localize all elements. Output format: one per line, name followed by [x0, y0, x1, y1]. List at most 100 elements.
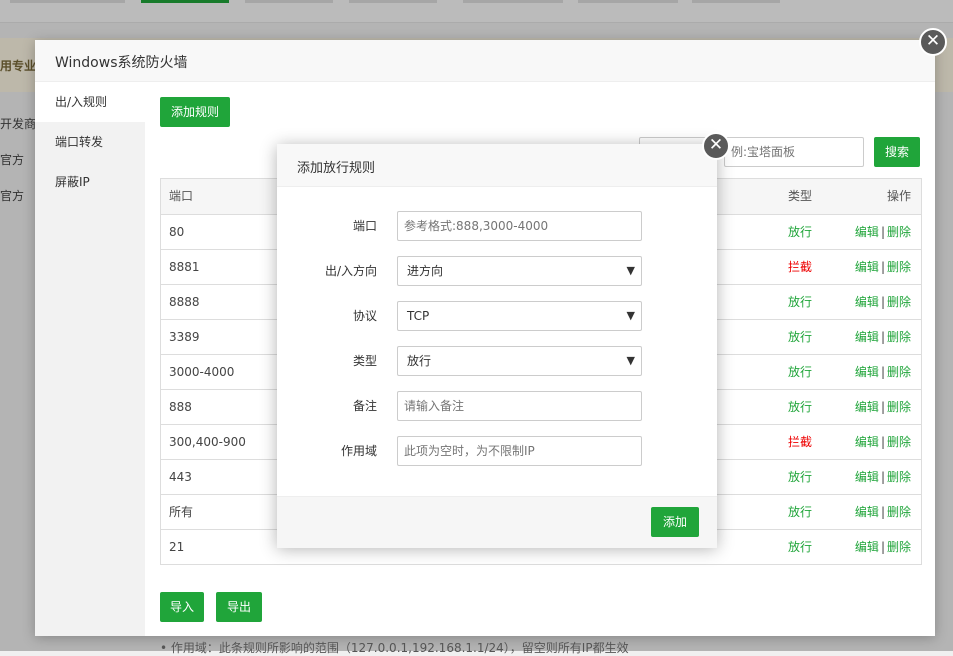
- protocol-select-value: TCP: [407, 309, 430, 323]
- search-button[interactable]: 搜索: [874, 137, 920, 167]
- edit-link[interactable]: 编辑: [855, 295, 879, 309]
- row-port: 8888: [169, 295, 200, 309]
- direction-select[interactable]: 进方向 ▼: [397, 256, 642, 286]
- sidebar-item-port-forward[interactable]: 端口转发: [35, 122, 145, 162]
- edit-link[interactable]: 编辑: [855, 470, 879, 484]
- add-rule-button[interactable]: 添加规则: [160, 97, 230, 127]
- chevron-down-icon: ▼: [626, 264, 635, 277]
- action-separator: |: [880, 295, 885, 309]
- export-button[interactable]: 导出: [216, 592, 262, 622]
- row-type: 放行: [788, 540, 813, 554]
- edit-link[interactable]: 编辑: [855, 260, 879, 274]
- sidebar-item-label: 出/入规则: [55, 95, 108, 109]
- action-separator: |: [880, 365, 885, 379]
- delete-link[interactable]: 删除: [887, 470, 911, 484]
- header-type: 类型: [788, 189, 813, 203]
- dialog-header: 添加放行规则: [277, 144, 717, 187]
- dialog-title: 添加放行规则: [297, 161, 376, 176]
- row-port: 3000-4000: [169, 365, 235, 379]
- scope-input[interactable]: [397, 436, 642, 466]
- row-type: 放行: [788, 330, 813, 344]
- delete-link[interactable]: 删除: [887, 295, 911, 309]
- row-actions: 编辑 | 删除: [851, 215, 911, 249]
- delete-link[interactable]: 删除: [887, 260, 911, 274]
- row-actions: 编辑 | 删除: [851, 425, 911, 459]
- row-type: 放行: [788, 295, 813, 309]
- edit-link[interactable]: 编辑: [855, 540, 879, 554]
- add-rule-dialog: 添加放行规则 端口 出/入方向 进方向 ▼ 协议 TCP ▼ 类型 放行 ▼ 备…: [277, 144, 717, 548]
- action-separator: |: [880, 470, 885, 484]
- remark-input[interactable]: [397, 391, 642, 421]
- row-type: 拦截: [788, 435, 813, 449]
- edit-link[interactable]: 编辑: [855, 400, 879, 414]
- row-actions: 编辑 | 删除: [851, 460, 911, 494]
- action-separator: |: [880, 435, 885, 449]
- row-actions: 编辑 | 删除: [851, 320, 911, 354]
- sidebar-item-block-ip[interactable]: 屏蔽IP: [35, 162, 145, 202]
- row-port: 21: [169, 540, 185, 554]
- action-separator: |: [880, 400, 885, 414]
- edit-link[interactable]: 编辑: [855, 365, 879, 379]
- sidebar: 出/入规则 端口转发 屏蔽IP: [35, 82, 145, 636]
- dialog-close-button[interactable]: ✕: [702, 132, 730, 160]
- type-select-value: 放行: [407, 354, 432, 368]
- form-row-direction: 出/入方向 进方向 ▼: [277, 256, 717, 286]
- close-icon: ✕: [925, 31, 941, 51]
- delete-link[interactable]: 删除: [887, 365, 911, 379]
- action-separator: |: [880, 540, 885, 554]
- delete-link[interactable]: 删除: [887, 400, 911, 414]
- protocol-select[interactable]: TCP ▼: [397, 301, 642, 331]
- delete-link[interactable]: 删除: [887, 505, 911, 519]
- row-port: 8881: [169, 260, 200, 274]
- row-type: 放行: [788, 225, 813, 239]
- type-label: 类型: [352, 354, 377, 368]
- protocol-label: 协议: [352, 309, 377, 323]
- sidebar-item-rules[interactable]: 出/入规则: [35, 82, 145, 122]
- scope-label: 作用域: [340, 444, 377, 458]
- submit-add-button[interactable]: 添加: [651, 507, 699, 537]
- form-row-port: 端口: [277, 211, 717, 241]
- row-port: 443: [169, 470, 192, 484]
- edit-link[interactable]: 编辑: [855, 330, 879, 344]
- row-type: 放行: [788, 365, 813, 379]
- delete-link[interactable]: 删除: [887, 540, 911, 554]
- row-type: 拦截: [788, 260, 813, 274]
- close-icon: ✕: [708, 135, 724, 155]
- header-actions: 操作: [886, 189, 911, 203]
- type-select[interactable]: 放行 ▼: [397, 346, 642, 376]
- window-header: Windows系统防火墙: [35, 40, 935, 82]
- action-separator: |: [880, 505, 885, 519]
- delete-link[interactable]: 删除: [887, 435, 911, 449]
- row-port: 80: [169, 225, 185, 239]
- action-separator: |: [880, 225, 885, 239]
- search-input[interactable]: [724, 137, 864, 167]
- import-button[interactable]: 导入: [160, 592, 204, 622]
- direction-select-value: 进方向: [407, 264, 444, 278]
- form-row-scope: 作用域: [277, 436, 717, 466]
- edit-link[interactable]: 编辑: [855, 225, 879, 239]
- delete-link[interactable]: 删除: [887, 330, 911, 344]
- chevron-down-icon: ▼: [626, 309, 635, 322]
- header-port: 端口: [169, 189, 194, 203]
- row-type: 放行: [788, 400, 813, 414]
- row-actions: 编辑 | 删除: [851, 285, 911, 319]
- row-actions: 编辑 | 删除: [851, 355, 911, 389]
- dialog-footer: 添加: [277, 496, 717, 548]
- edit-link[interactable]: 编辑: [855, 505, 879, 519]
- action-separator: |: [880, 330, 885, 344]
- row-actions: 编辑 | 删除: [851, 495, 911, 529]
- row-actions: 编辑 | 删除: [851, 250, 911, 284]
- window-close-button[interactable]: ✕: [919, 28, 947, 56]
- chevron-down-icon: ▼: [626, 354, 635, 367]
- row-port: 3389: [169, 330, 200, 344]
- delete-link[interactable]: 删除: [887, 225, 911, 239]
- edit-link[interactable]: 编辑: [855, 435, 879, 449]
- direction-label: 出/入方向: [324, 264, 377, 278]
- row-port: 所有: [169, 505, 194, 519]
- sidebar-item-label: 端口转发: [55, 135, 104, 149]
- port-input[interactable]: [397, 211, 642, 241]
- scope-tip: • 作用域：此条规则所影响的范围（127.0.0.1,192.168.1.1/2…: [160, 641, 629, 655]
- sidebar-item-label: 屏蔽IP: [55, 175, 90, 189]
- remark-label: 备注: [352, 399, 377, 413]
- form-row-type: 类型 放行 ▼: [277, 346, 717, 376]
